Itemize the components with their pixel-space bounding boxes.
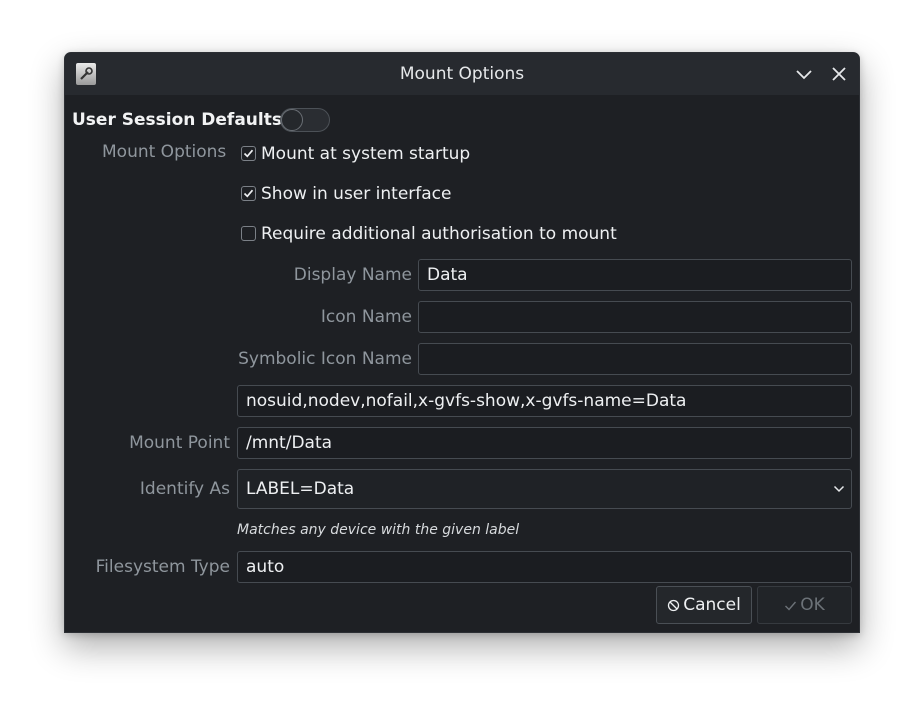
require-auth-checkbox[interactable] — [241, 226, 256, 241]
require-auth-label[interactable]: Require additional authorisation to moun… — [261, 224, 617, 244]
mount-at-startup-checkbox[interactable] — [241, 146, 256, 161]
symbolic-icon-name-input[interactable] — [418, 343, 852, 375]
close-button[interactable] — [829, 64, 849, 84]
identify-as-label: Identify As — [139, 479, 230, 499]
icon-name-input[interactable] — [418, 301, 852, 333]
mount-point-label: Mount Point — [129, 433, 230, 453]
cancel-icon — [668, 599, 680, 611]
mount-at-startup-label[interactable]: Mount at system startup — [261, 144, 470, 164]
user-session-defaults-toggle[interactable] — [280, 108, 330, 132]
checkmark-icon — [785, 601, 797, 611]
mount-options-label: Mount Options — [102, 142, 227, 162]
cancel-button[interactable]: Cancel — [656, 586, 752, 624]
filesystem-type-input[interactable]: auto — [237, 551, 852, 583]
close-icon — [832, 67, 846, 81]
mount-options-dialog: Mount Options User Session Defaults Moun… — [64, 52, 860, 633]
icon-name-label: Icon Name — [320, 307, 412, 327]
identify-as-combobox[interactable]: LABEL=Data — [237, 469, 852, 509]
symbolic-icon-name-label: Symbolic Icon Name — [238, 349, 412, 369]
show-in-ui-checkbox[interactable] — [241, 186, 256, 201]
mount-options-string-input[interactable]: nosuid,nodev,nofail,x-gvfs-show,x-gvfs-n… — [237, 385, 852, 417]
window-title: Mount Options — [399, 64, 525, 84]
filesystem-type-label: Filesystem Type — [95, 557, 230, 577]
show-in-ui-label[interactable]: Show in user interface — [261, 184, 451, 204]
ok-label: OK — [800, 595, 825, 615]
chevron-down-icon — [796, 70, 812, 80]
display-name-label: Display Name — [293, 265, 412, 285]
ok-button[interactable]: OK — [757, 586, 852, 624]
checkmark-icon — [243, 149, 254, 158]
cancel-label: Cancel — [683, 595, 741, 615]
title-bar: Mount Options — [65, 53, 859, 95]
chevron-down-icon — [833, 485, 845, 493]
identify-as-value: LABEL=Data — [246, 479, 355, 499]
checkmark-icon — [243, 189, 254, 198]
user-session-defaults-label: User Session Defaults — [72, 110, 282, 130]
identify-as-hint: Matches any device with the given label — [237, 522, 520, 538]
mount-point-input[interactable]: /mnt/Data — [237, 427, 852, 459]
toggle-knob — [281, 109, 303, 131]
display-name-input[interactable]: Data — [418, 259, 852, 291]
minimize-button[interactable] — [794, 64, 814, 84]
